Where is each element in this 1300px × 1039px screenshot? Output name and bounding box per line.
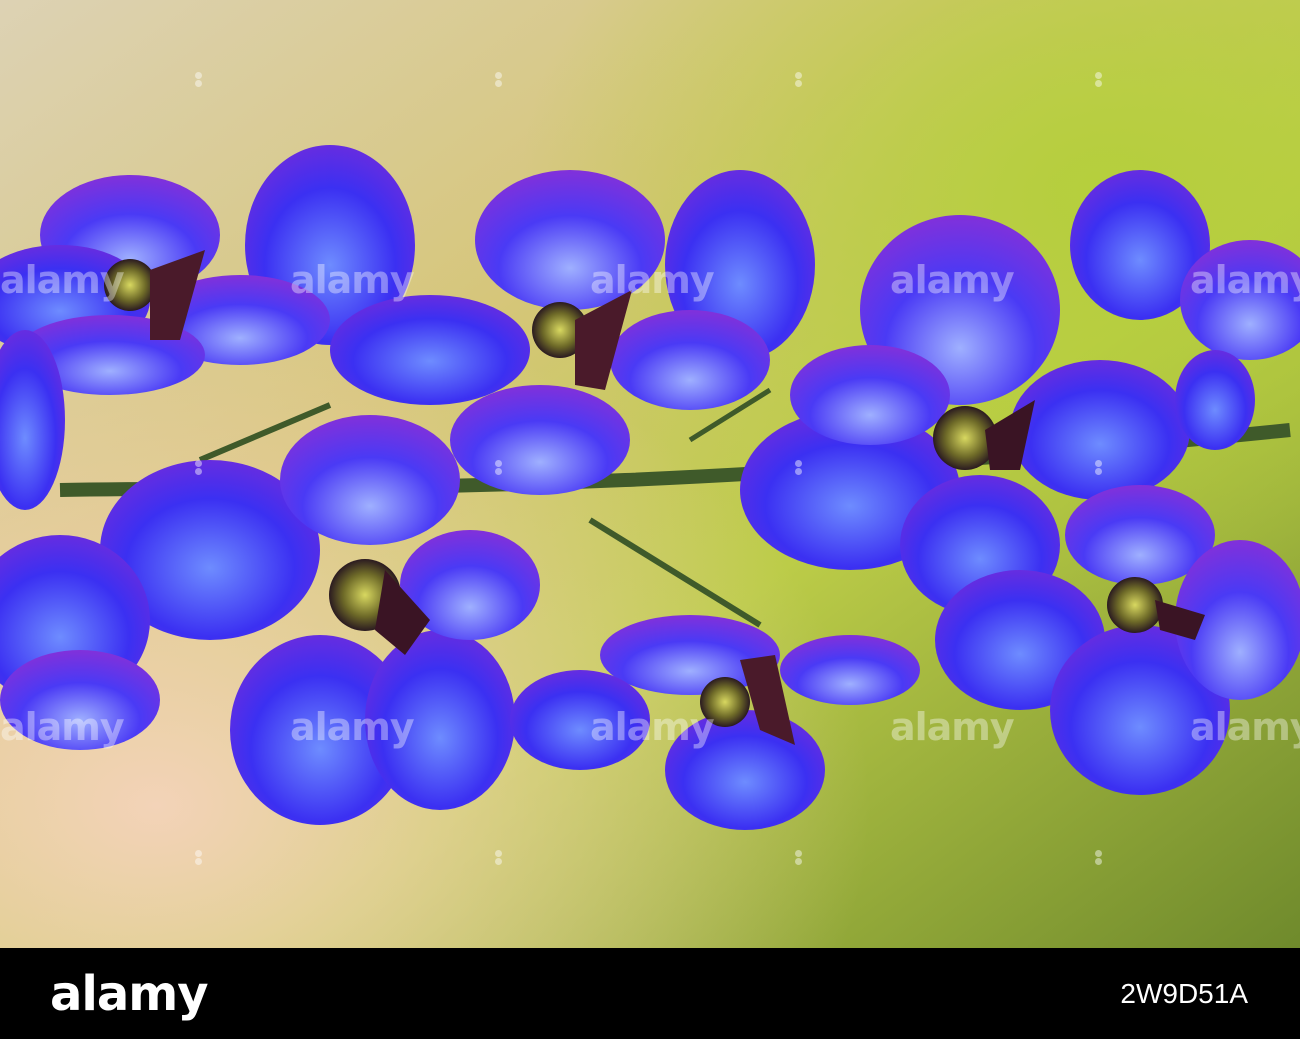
delphinium-flower-photo bbox=[0, 0, 1300, 948]
image-id-label: 2W9D51A bbox=[1120, 978, 1248, 1009]
photo-stage: alamy alamy alamy alamy alamy alamy alam… bbox=[0, 0, 1300, 1039]
stock-footer-bar: alamy 2W9D51A bbox=[0, 948, 1300, 1039]
alamy-logo[interactable]: alamy bbox=[50, 966, 209, 1022]
